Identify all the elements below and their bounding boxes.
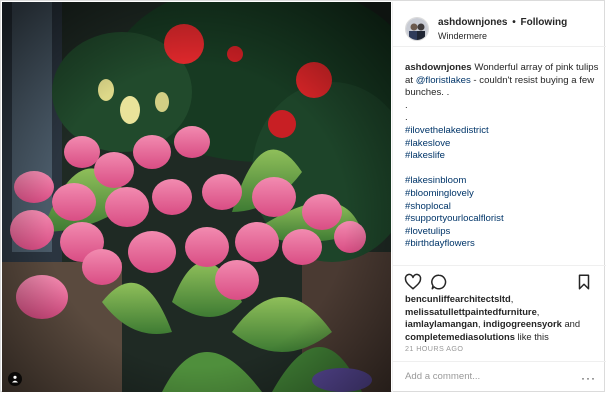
caption-dot-line: . <box>405 112 408 124</box>
likes-summary: bencunliffearchitectsltd, melissatullett… <box>405 293 581 342</box>
avatar[interactable] <box>405 17 429 41</box>
hashtag-link[interactable]: #ilovethelakedistrict <box>405 125 601 138</box>
hashtag-link[interactable]: #lakesinbloom <box>405 175 601 188</box>
post-caption: ashdownjones Wonderful array of pink tul… <box>405 62 601 251</box>
post-side-panel: ashdownjones • Following Windermere ashd… <box>392 2 606 392</box>
post-action-bar <box>393 265 606 296</box>
heart-icon[interactable] <box>404 273 422 291</box>
post-username-line: ashdownjones • Following <box>438 17 567 28</box>
following-button[interactable]: Following <box>521 17 568 28</box>
instagram-post-window: ashdownjones • Following Windermere ashd… <box>0 0 606 392</box>
location-link[interactable]: Windermere <box>438 31 487 41</box>
liker-link[interactable]: bencunliffearchitectsltd <box>405 293 511 304</box>
post-header: ashdownjones • Following Windermere <box>393 2 606 47</box>
hashtag-link[interactable]: #shoplocal <box>405 201 601 214</box>
user-tag-icon[interactable] <box>8 372 22 386</box>
more-options-icon[interactable]: ··· <box>581 371 596 385</box>
caption-dot-line: . <box>405 99 408 111</box>
tulips-photo-illustration <box>2 2 391 392</box>
caption-username[interactable]: ashdownjones <box>405 62 472 73</box>
liker-link[interactable]: completemediasolutions <box>405 331 515 342</box>
liker-link[interactable]: iamlaylamangan <box>405 318 478 329</box>
hashtag-group-2: #lakesinbloom #bloominglovely #shoplocal… <box>405 175 601 251</box>
comment-input[interactable] <box>405 368 575 384</box>
hashtag-link[interactable]: #supportyourlocalflorist <box>405 213 601 226</box>
likes-and-text: and <box>564 318 581 330</box>
caption-mention-link[interactable]: @floristlakes <box>416 75 471 86</box>
hashtag-link[interactable]: #bloominglovely <box>405 188 601 201</box>
comment-box: ··· <box>393 361 606 392</box>
post-photo[interactable] <box>2 2 391 392</box>
liker-link[interactable]: indigogreensyork <box>483 318 562 329</box>
hashtag-group-1: #ilovethelakedistrict #lakeslove #lakesl… <box>405 125 601 163</box>
hashtag-link[interactable]: #lakeslife <box>405 150 601 163</box>
username-link[interactable]: ashdownjones <box>438 17 507 28</box>
post-timestamp[interactable]: 21 HOURS AGO <box>405 344 463 353</box>
liker-link[interactable]: melissatullettpaintedfurniture <box>405 306 537 317</box>
hashtag-link[interactable]: #lakeslove <box>405 138 601 151</box>
hashtag-link[interactable]: #lovetulips <box>405 226 601 239</box>
likes-suffix-text: like this <box>517 330 549 342</box>
comment-icon[interactable] <box>430 273 448 291</box>
bookmark-icon[interactable] <box>575 273 593 291</box>
hashtag-link[interactable]: #birthdayflowers <box>405 238 601 251</box>
separator-dot: • <box>512 17 516 28</box>
